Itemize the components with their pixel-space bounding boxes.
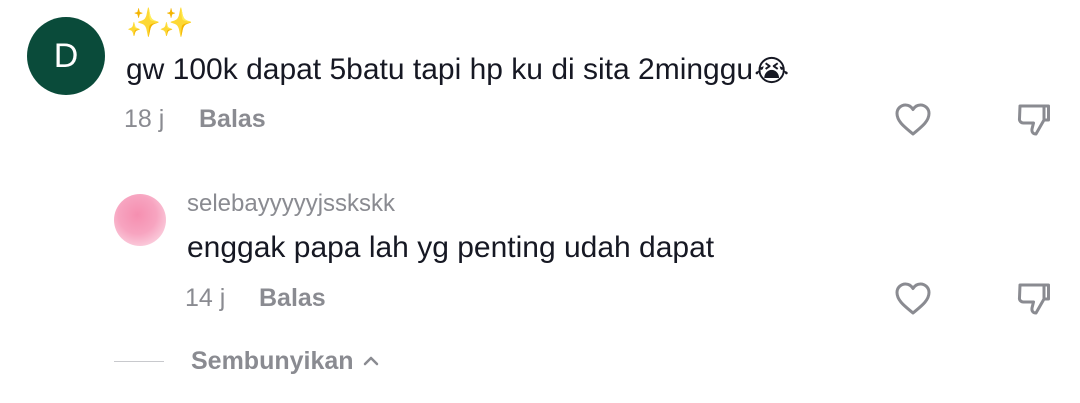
comment-timestamp: 18 j bbox=[124, 105, 165, 133]
sparkles-decoration: ✨✨ bbox=[126, 7, 194, 38]
reply-username[interactable]: selebayyyyyjsskskk bbox=[187, 189, 395, 219]
reply-reply-button[interactable]: Balas bbox=[259, 283, 326, 313]
chevron-up-icon bbox=[362, 352, 380, 370]
thread-divider bbox=[114, 361, 164, 362]
reply-timestamp: 14 j bbox=[185, 284, 226, 312]
heart-outline-icon bbox=[895, 103, 931, 136]
hide-replies-button[interactable]: Sembunyikan bbox=[191, 346, 380, 376]
reply-avatar[interactable] bbox=[114, 194, 166, 246]
hide-replies-label: Sembunyikan bbox=[191, 347, 354, 375]
thumbs-down-outline-icon bbox=[1017, 283, 1050, 315]
dislike-button[interactable] bbox=[1014, 100, 1054, 140]
reply-button[interactable]: Balas bbox=[199, 104, 266, 134]
reply-text: enggak papa lah yg penting udah dapat bbox=[187, 231, 715, 264]
crying-emoji: 😭 bbox=[754, 55, 790, 88]
reply-like-button[interactable] bbox=[893, 279, 933, 319]
commenter-avatar[interactable]: D bbox=[27, 17, 105, 95]
reply-dislike-button[interactable] bbox=[1014, 279, 1054, 319]
thumbs-down-outline-icon bbox=[1017, 104, 1050, 136]
comment-body: gw 100k dapat 5batu tapi hp ku di sita 2… bbox=[126, 53, 754, 86]
heart-outline-icon bbox=[895, 282, 931, 315]
comment-text: gw 100k dapat 5batu tapi hp ku di sita 2… bbox=[126, 52, 789, 88]
like-button[interactable] bbox=[893, 100, 933, 140]
avatar-letter: D bbox=[53, 36, 79, 75]
